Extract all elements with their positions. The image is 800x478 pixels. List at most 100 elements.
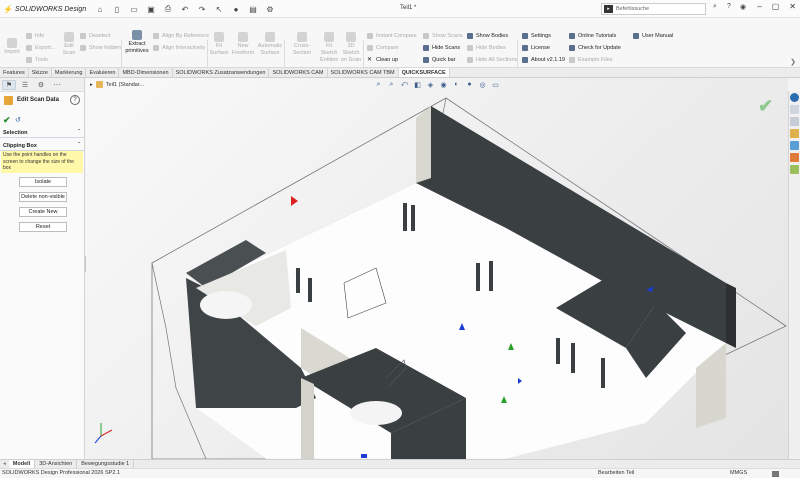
new-freeform-button[interactable]: New Freeform: [231, 32, 255, 57]
tab-scroll-left-icon[interactable]: ◂: [0, 460, 9, 468]
print-icon[interactable]: ⎙: [161, 3, 175, 15]
automatic-surface-icon: [265, 32, 275, 42]
show-bodies-button[interactable]: Show Bodies: [467, 33, 508, 39]
tab-modell[interactable]: Modell: [8, 460, 36, 468]
info-button[interactable]: Info: [26, 33, 44, 39]
solidworks-forum-icon[interactable]: [790, 165, 799, 174]
more-tabs-icon[interactable]: ⋯: [50, 80, 64, 90]
export-button[interactable]: Export...: [26, 45, 55, 51]
fit-surface-icon: [214, 32, 224, 42]
extract-primitives-button[interactable]: Extract primitives: [124, 30, 150, 55]
edit-scan-button[interactable]: Edit Scan: [61, 32, 77, 57]
tab-solidworks-cam-tbm[interactable]: SOLIDWORKS CAM TBM: [328, 68, 399, 77]
new-document-icon[interactable]: ▯: [110, 3, 124, 15]
select-icon[interactable]: ↖: [212, 3, 226, 15]
bottom-view-tabs: ◂ Modell 3D-Ansichten Bewegungsstudie 1: [0, 459, 800, 468]
cross-section-button[interactable]: Cross-Section: [286, 32, 318, 57]
license-button[interactable]: License: [522, 45, 550, 51]
file-properties-icon[interactable]: ▤: [246, 3, 260, 15]
window-controls: – ▢ ✕: [757, 2, 796, 11]
info-icon: [522, 57, 528, 63]
quick-bar-button[interactable]: Quick bar: [423, 57, 456, 63]
configuration-manager-tab-icon[interactable]: ⚙: [34, 80, 48, 90]
chat-icon[interactable]: [772, 471, 779, 477]
rebuild-icon[interactable]: ●: [229, 3, 243, 15]
undo-icon[interactable]: ↺: [15, 116, 21, 124]
show-scans-button[interactable]: Show Scans: [423, 33, 463, 39]
tab-bewegungsstudie[interactable]: Bewegungsstudie 1: [77, 460, 135, 468]
maximize-icon[interactable]: ▢: [772, 2, 780, 11]
isolate-button[interactable]: Isolate: [19, 177, 67, 187]
import-button[interactable]: Import: [3, 38, 21, 56]
clean-up-button[interactable]: ✕ Clean up: [367, 57, 398, 63]
options-icon[interactable]: ⚙: [263, 3, 277, 15]
undo-icon[interactable]: ↶: [178, 3, 192, 15]
resources-globe-icon[interactable]: [790, 93, 799, 102]
ok-check-icon[interactable]: ✔: [3, 115, 11, 126]
clipping-box-hint: Use the point handles on the screen to c…: [1, 151, 83, 173]
deselect-button[interactable]: Deselect: [80, 33, 110, 39]
show-bodies-icon: [467, 33, 473, 39]
clipping-box-section[interactable]: Clipping Box ˆ: [0, 142, 84, 151]
tab-quicksurface[interactable]: QUICKSURFACE: [398, 68, 450, 77]
fit-surface-button[interactable]: Fit Surface: [209, 32, 229, 57]
show-hidden-button[interactable]: Show hidden: [80, 45, 121, 51]
example-files-button[interactable]: Example Files: [569, 57, 613, 63]
hide-bodies-button[interactable]: Hide Bodies: [467, 45, 506, 51]
file-explorer-icon[interactable]: [790, 117, 799, 126]
fit-sketch-button[interactable]: Fit Sketch Entities: [320, 32, 338, 64]
delete-non-visible-button[interactable]: Delete non-visible: [19, 192, 67, 202]
help-icon[interactable]: ?: [724, 3, 734, 11]
open-icon[interactable]: ▭: [127, 3, 141, 15]
hide-all-sections-button[interactable]: Hide All Sections: [467, 57, 517, 63]
property-manager-tab-icon[interactable]: ☰: [18, 80, 32, 90]
sketch-on-scan-button[interactable]: 3D Sketch on Scan: [340, 32, 362, 64]
check-update-button[interactable]: Check for Update: [569, 45, 621, 51]
hide-scans-button[interactable]: Hide Scans: [423, 45, 460, 51]
tab-markierung[interactable]: Markierung: [52, 68, 87, 77]
appearances-icon[interactable]: [790, 141, 799, 150]
command-search-input[interactable]: ▸ Befehlssuche: [601, 3, 706, 15]
automatic-surface-button[interactable]: Automatic Surface: [257, 32, 283, 57]
license-icon: [522, 45, 528, 51]
save-icon[interactable]: ▣: [144, 3, 158, 15]
help-icon[interactable]: ?: [70, 95, 80, 105]
close-icon[interactable]: ✕: [789, 2, 796, 11]
align-interactively-button[interactable]: Align Interactively: [153, 45, 205, 51]
instant-compare-button[interactable]: Instant Compare: [367, 33, 417, 39]
tools-button[interactable]: Tools: [26, 57, 48, 63]
point-cloud-scan[interactable]: [86, 78, 788, 459]
tab-solidworks-cam[interactable]: SOLIDWORKS CAM: [269, 68, 328, 77]
align-by-reference-button[interactable]: Align By Reference: [153, 33, 209, 39]
clean-up-icon: ✕: [367, 57, 373, 63]
tab-evaluieren[interactable]: Evaluieren: [86, 68, 120, 77]
unit-system[interactable]: MMGS: [730, 469, 747, 478]
ribbon-scroll-icon[interactable]: ❯: [790, 58, 796, 66]
selection-section[interactable]: Selection ˇ: [0, 129, 84, 138]
graphics-viewport[interactable]: ▸ Teil1 (Standar... ⌕ ⌕ ⤺ ◧ ◈ ◉ ◐ ● ◎ ▭: [86, 78, 788, 459]
user-icon[interactable]: ◉: [738, 3, 748, 11]
home-icon[interactable]: ⌂: [93, 3, 107, 15]
property-manager-header: Edit Scan Data ?: [0, 94, 84, 108]
design-library-icon[interactable]: [790, 105, 799, 114]
tab-skizze[interactable]: Skizze: [29, 68, 52, 77]
create-new-button[interactable]: Create New: [19, 207, 67, 217]
user-manual-button[interactable]: User Manual: [633, 33, 673, 39]
view-palette-icon[interactable]: [790, 129, 799, 138]
feature-manager-tab-icon[interactable]: ⚑: [2, 80, 16, 90]
settings-button[interactable]: Settings: [522, 33, 551, 39]
import-icon: [7, 38, 17, 48]
about-button[interactable]: About v2.1.19: [522, 57, 565, 63]
reset-button[interactable]: Reset: [19, 222, 67, 232]
tab-3d-ansichten[interactable]: 3D-Ansichten: [35, 460, 78, 468]
online-tutorials-button[interactable]: Online Tutorials: [569, 33, 616, 39]
minimize-icon[interactable]: –: [757, 2, 761, 11]
confirm-check-icon[interactable]: ✔: [758, 96, 773, 117]
compare-button[interactable]: Compare: [367, 45, 399, 51]
custom-properties-icon[interactable]: [790, 153, 799, 162]
redo-icon[interactable]: ↷: [195, 3, 209, 15]
tab-features[interactable]: Features: [0, 68, 29, 77]
tab-mbd-dimensionen[interactable]: MBD-Dimensionen: [119, 68, 173, 77]
tab-zusatzanwendungen[interactable]: SOLIDWORKS Zusatzanwendungen: [173, 68, 270, 77]
search-icon[interactable]: ⌕: [710, 3, 720, 11]
